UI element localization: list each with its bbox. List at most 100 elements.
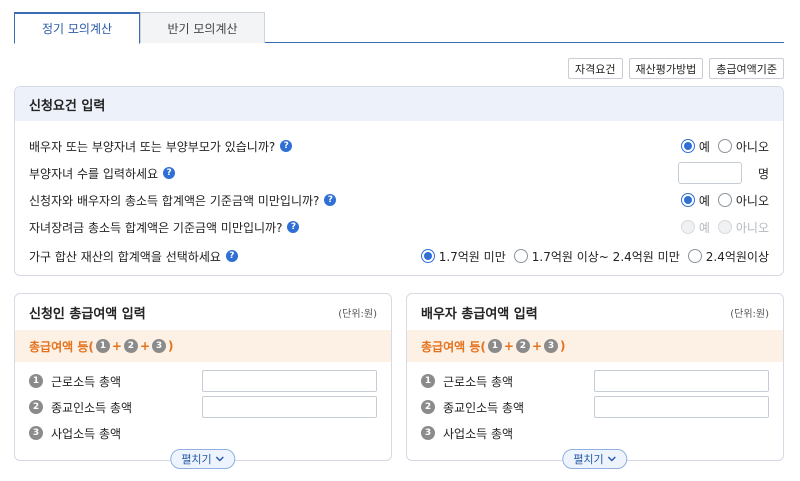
unit-label: (단위:원) xyxy=(338,308,377,320)
number-2-icon: 2 xyxy=(123,339,138,353)
unit-label: (단위:원) xyxy=(730,308,769,320)
row-label: 근로소득 총액 xyxy=(51,374,122,389)
radio-label: 예 xyxy=(698,193,710,208)
applicant-income-header: 신청인 총급여액 입력 (단위:원) xyxy=(15,294,391,330)
radio-unchecked-icon xyxy=(687,249,702,263)
unit-label: 명 xyxy=(757,166,769,181)
row-label: 사업소득 총액 xyxy=(443,426,514,441)
requirements-title: 신청요건 입력 xyxy=(15,87,783,121)
row-label: 사업소득 총액 xyxy=(51,426,122,441)
earned-income-input[interactable] xyxy=(594,370,769,392)
applicant-income-panel: 신청인 총급여액 입력 (단위:원) 총급여액 등( 1 + 2 + 3 ) 1… xyxy=(14,293,392,469)
plus-sign: + xyxy=(111,339,122,353)
plus-sign: + xyxy=(531,339,542,353)
business-income-row: 3 사업소득 총액 xyxy=(421,422,769,444)
total-salary-summary: 총급여액 등( 1 + 2 + 3 ) xyxy=(407,330,783,362)
earned-income-input[interactable] xyxy=(202,370,377,392)
radio-label: 아니오 xyxy=(735,139,769,154)
number-1-icon: 1 xyxy=(95,339,110,353)
panel-title: 배우자 총급여액 입력 xyxy=(421,306,538,322)
radio-disabled-icon xyxy=(680,220,695,234)
question-text: 자녀장려금 총소득 합계액은 기준금액 미만입니까? xyxy=(29,220,283,235)
child-count-input[interactable] xyxy=(677,162,742,184)
help-icon[interactable]: ? xyxy=(225,250,238,262)
number-3-icon: 3 xyxy=(544,339,558,353)
question-child-benefit-income: 자녀장려금 총소득 합계액은 기준금액 미만입니까?? 예 아니오 xyxy=(29,216,769,238)
question-text: 배우자 또는 부양자녀 또는 부양부모가 있습니까? xyxy=(29,139,276,154)
number-3-icon: 3 xyxy=(421,426,435,440)
earned-income-row: 1 근로소득 총액 xyxy=(29,370,377,392)
asset-evaluation-button[interactable]: 재산평가방법 xyxy=(628,58,704,79)
row-label: 근로소득 총액 xyxy=(443,374,514,389)
earned-income-row: 1 근로소득 총액 xyxy=(421,370,769,392)
help-icon[interactable]: ? xyxy=(287,221,300,233)
summary-suffix: ) xyxy=(560,339,566,353)
radio-unchecked-icon xyxy=(513,249,528,263)
number-1-icon: 1 xyxy=(29,374,43,388)
radio-unchecked-icon xyxy=(717,193,732,207)
requirements-panel: 신청요건 입력 배우자 또는 부양자녀 또는 부양부모가 있습니까?? 예 아니… xyxy=(14,86,784,276)
question-income-total: 신청자와 배우자의 총소득 합계액은 기준금액 미만입니까?? 예 아니오 xyxy=(29,189,769,211)
radio-label: 아니오 xyxy=(735,193,769,208)
question-text: 가구 합산 재산의 합계액을 선택하세요 xyxy=(29,249,221,264)
business-income-row: 3 사업소득 총액 xyxy=(29,422,377,444)
eligibility-button[interactable]: 자격요건 xyxy=(568,58,623,79)
radio-label: 예 xyxy=(698,139,710,154)
summary-suffix: ) xyxy=(168,339,174,353)
total-salary-summary: 총급여액 등( 1 + 2 + 3 ) xyxy=(15,330,391,362)
radio-label: 2.4억원이상 xyxy=(705,249,769,264)
number-1-icon: 1 xyxy=(421,374,435,388)
tab-semiannual[interactable]: 반기 모의계산 xyxy=(140,12,265,43)
radio-label: 1.7억원 미만 xyxy=(438,249,506,264)
radio-yes[interactable]: 예 xyxy=(680,192,710,209)
help-icon[interactable]: ? xyxy=(280,140,293,152)
expand-label: 펼치기 xyxy=(181,453,212,466)
number-3-icon: 3 xyxy=(152,339,166,353)
radio-label: 아니오 xyxy=(735,220,769,235)
row-label: 종교인소득 총액 xyxy=(51,400,133,415)
panel-title: 신청인 총급여액 입력 xyxy=(29,306,146,322)
help-icon[interactable]: ? xyxy=(324,194,337,206)
plus-sign: + xyxy=(139,339,150,353)
chevron-down-icon xyxy=(216,456,225,462)
radio-asset-under-1-7[interactable]: 1.7억원 미만 xyxy=(420,248,506,265)
summary-label: 총급여액 등( xyxy=(29,339,94,354)
help-icon[interactable]: ? xyxy=(163,167,176,179)
question-child-count: 부양자녀 수를 입력하세요? 명 xyxy=(29,162,769,184)
radio-no-disabled: 아니오 xyxy=(717,219,769,236)
number-3-icon: 3 xyxy=(29,426,43,440)
spouse-income-panel: 배우자 총급여액 입력 (단위:원) 총급여액 등( 1 + 2 + 3 ) 1… xyxy=(406,293,784,469)
radio-label: 예 xyxy=(698,220,710,235)
radio-no[interactable]: 아니오 xyxy=(717,138,769,155)
radio-label: 1.7억원 이상~ 2.4억원 미만 xyxy=(531,249,680,264)
number-2-icon: 2 xyxy=(421,400,435,414)
radio-unchecked-icon xyxy=(717,139,732,153)
religious-income-row: 2 종교인소득 총액 xyxy=(421,396,769,418)
chevron-down-icon xyxy=(608,456,617,462)
religious-income-row: 2 종교인소득 총액 xyxy=(29,396,377,418)
question-text: 신청자와 배우자의 총소득 합계액은 기준금액 미만입니까? xyxy=(29,193,320,208)
row-label: 종교인소득 총액 xyxy=(443,400,525,415)
question-text: 부양자녀 수를 입력하세요 xyxy=(29,166,159,181)
religious-income-input[interactable] xyxy=(594,396,769,418)
radio-yes-disabled: 예 xyxy=(680,219,710,236)
radio-checked-icon xyxy=(680,139,695,153)
radio-asset-over-2-4[interactable]: 2.4억원이상 xyxy=(687,248,769,265)
expand-button[interactable]: 펼치기 xyxy=(170,449,236,469)
spouse-income-header: 배우자 총급여액 입력 (단위:원) xyxy=(407,294,783,330)
number-2-icon: 2 xyxy=(29,400,43,414)
radio-yes[interactable]: 예 xyxy=(680,138,710,155)
question-dependents: 배우자 또는 부양자녀 또는 부양부모가 있습니까?? 예 아니오 xyxy=(29,135,769,157)
summary-label: 총급여액 등( xyxy=(421,339,486,354)
expand-button[interactable]: 펼치기 xyxy=(562,449,628,469)
number-1-icon: 1 xyxy=(487,339,502,353)
question-household-assets: 가구 합산 재산의 합계액을 선택하세요? 1.7억원 미만 1.7억원 이상~… xyxy=(29,245,769,267)
radio-asset-1-7-to-2-4[interactable]: 1.7억원 이상~ 2.4억원 미만 xyxy=(513,248,680,265)
radio-checked-icon xyxy=(680,193,695,207)
plus-sign: + xyxy=(503,339,514,353)
radio-no[interactable]: 아니오 xyxy=(717,192,769,209)
expand-label: 펼치기 xyxy=(573,453,604,466)
religious-income-input[interactable] xyxy=(202,396,377,418)
salary-criteria-button[interactable]: 총급여액기준 xyxy=(709,58,784,79)
tab-regular[interactable]: 정기 모의계산 xyxy=(14,12,140,44)
